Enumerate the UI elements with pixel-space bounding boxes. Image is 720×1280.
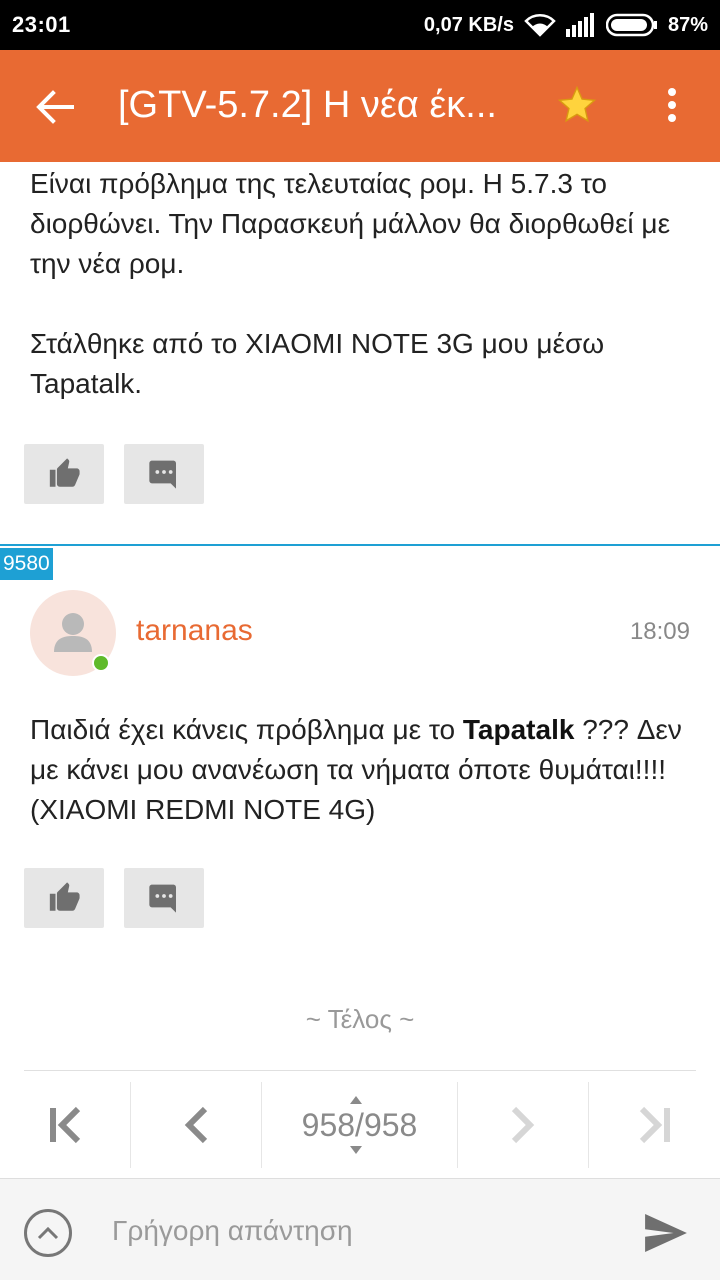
back-button[interactable] [28, 80, 82, 134]
end-of-thread-label: ~ Τέλος ~ [305, 1004, 415, 1034]
star-icon [557, 85, 597, 123]
first-page-icon [50, 1106, 81, 1144]
post-text: Είναι πρόβλημα της τελευταίας ρομ. Η 5.7… [30, 168, 671, 279]
quick-reply-bar [0, 1178, 720, 1280]
post-signature: Στάλθηκε από το XIAOMI NOTE 3G μου μέσω … [30, 328, 605, 399]
send-button[interactable] [636, 1209, 696, 1257]
thumbs-up-icon [49, 882, 80, 911]
quote-button[interactable] [124, 868, 204, 928]
like-button[interactable] [24, 444, 104, 504]
page-selector[interactable]: 958/958 [262, 1080, 457, 1170]
expand-reply-button[interactable] [24, 1209, 72, 1257]
last-page-icon [639, 1106, 670, 1144]
status-indicators: 0,07 KB/s 87% [424, 10, 708, 40]
post-number-badge: 9580 [0, 548, 53, 580]
status-time: 23:01 [12, 12, 71, 37]
post-text: Παιδιά έχει κάνεις πρόβλημα με το Tapata… [30, 714, 682, 825]
battery-icon [605, 13, 658, 37]
online-status-dot [92, 654, 110, 672]
comment-icon [149, 884, 176, 913]
quick-reply-input[interactable] [112, 1209, 592, 1253]
like-button[interactable] [24, 868, 104, 928]
thumbs-up-icon [49, 458, 80, 487]
previous-page-button[interactable] [131, 1080, 261, 1170]
pager-top-border [24, 1070, 696, 1071]
chevron-left-icon [184, 1106, 208, 1144]
post-body: Παιδιά έχει κάνεις πρόβλημα με το Tapata… [30, 710, 690, 830]
signal-icon [565, 13, 596, 37]
post-text-bold: Tapatalk [462, 714, 575, 745]
post-divider [0, 544, 720, 546]
arrow-left-icon [36, 90, 74, 124]
chevron-up-icon [37, 1226, 59, 1240]
chevron-right-icon [511, 1106, 535, 1144]
next-page-button[interactable] [458, 1080, 588, 1170]
page-title: [GTV-5.7.2] Η νέα έκ... [118, 84, 497, 126]
send-icon [645, 1214, 687, 1252]
quote-button[interactable] [124, 444, 204, 504]
wifi-icon [524, 13, 556, 37]
last-page-button[interactable] [589, 1080, 720, 1170]
post-author[interactable]: tarnanas [136, 614, 253, 648]
bookmark-button[interactable] [552, 80, 602, 130]
first-page-button[interactable] [0, 1080, 130, 1170]
pagination-bar: 958/958 [0, 1080, 720, 1170]
post-body: Είναι πρόβλημα της τελευταίας ρομ. Η 5.7… [30, 164, 690, 404]
more-vert-icon [668, 88, 676, 122]
app-bar: [GTV-5.7.2] Η νέα έκ... [0, 50, 720, 162]
page-jump-icon [350, 1096, 362, 1154]
comment-icon [149, 460, 176, 489]
more-options-button[interactable] [650, 80, 694, 130]
status-bar: 23:01 0,07 KB/s 87% [0, 0, 720, 50]
battery-level: 87% [667, 13, 708, 36]
network-speed: 0,07 KB/s [423, 13, 514, 36]
post-time: 18:09 [629, 618, 690, 645]
